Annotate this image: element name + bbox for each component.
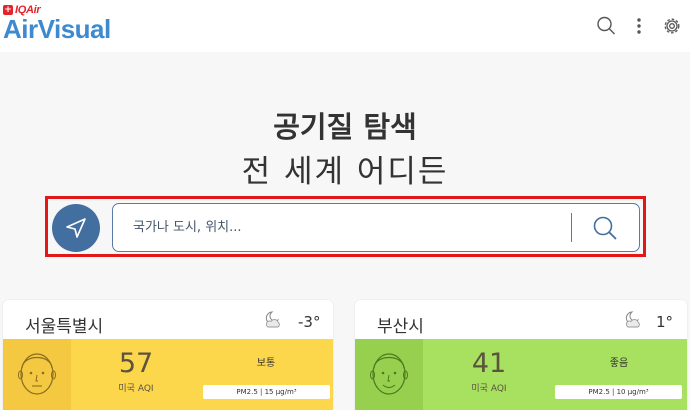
search-input[interactable]	[133, 204, 563, 251]
search-divider	[571, 213, 572, 242]
iqair-badge: +	[3, 4, 13, 15]
card-header: 서울특별시 -3°	[3, 300, 333, 339]
location-arrow-icon	[66, 218, 86, 238]
aqi-panel: 57 미국 AQI 보통 PM2.5 | 15 µg/m³	[3, 339, 333, 410]
temperature: 1°	[656, 313, 674, 331]
aqi-status: 좋음	[609, 358, 629, 369]
aqi-status: 보통	[256, 358, 276, 369]
city-card-seoul[interactable]: 서울특별시 -3° 57 미국 AQI 보통 PM2.5 | 15 µg/m³	[3, 300, 333, 410]
search-icon[interactable]	[596, 15, 616, 37]
hero-subtitle: 전 세계 어디든	[241, 154, 449, 190]
pm25-badge: PM2.5 | 10 µg/m³	[555, 385, 682, 399]
face-box	[3, 339, 71, 410]
airvisual-logo[interactable]: AirVisual	[3, 14, 111, 45]
pm25-badge: PM2.5 | 15 µg/m³	[203, 385, 330, 399]
moon-cloud-icon	[625, 311, 640, 328]
locate-me-button[interactable]	[52, 204, 100, 252]
search-bar	[112, 203, 640, 252]
card-header: 부산시 1°	[355, 300, 687, 339]
city-card-busan[interactable]: 부산시 1° 41 미국 AQI 좋음 PM2.5 | 10 µg/m³	[355, 300, 687, 410]
face-box	[355, 339, 423, 410]
temperature: -3°	[298, 313, 321, 331]
top-bar: + IQAir AirVisual	[0, 0, 690, 52]
hero-title: 공기질 탐색	[273, 110, 417, 144]
more-vertical-icon[interactable]	[629, 15, 649, 37]
moon-cloud-icon	[265, 311, 280, 328]
search-icon	[593, 216, 617, 240]
city-name: 서울특별시	[25, 317, 104, 337]
face-good-icon	[370, 353, 408, 395]
aqi-value: 57	[118, 348, 154, 379]
aqi-value: 41	[471, 348, 507, 379]
aqi-label: 미국 AQI	[471, 384, 507, 394]
aqi-label: 미국 AQI	[118, 384, 154, 394]
gear-icon[interactable]	[662, 15, 682, 37]
search-submit-button[interactable]	[591, 214, 619, 242]
aqi-panel: 41 미국 AQI 좋음 PM2.5 | 10 µg/m³	[355, 339, 687, 410]
city-name: 부산시	[377, 317, 424, 337]
face-moderate-icon	[18, 353, 56, 395]
